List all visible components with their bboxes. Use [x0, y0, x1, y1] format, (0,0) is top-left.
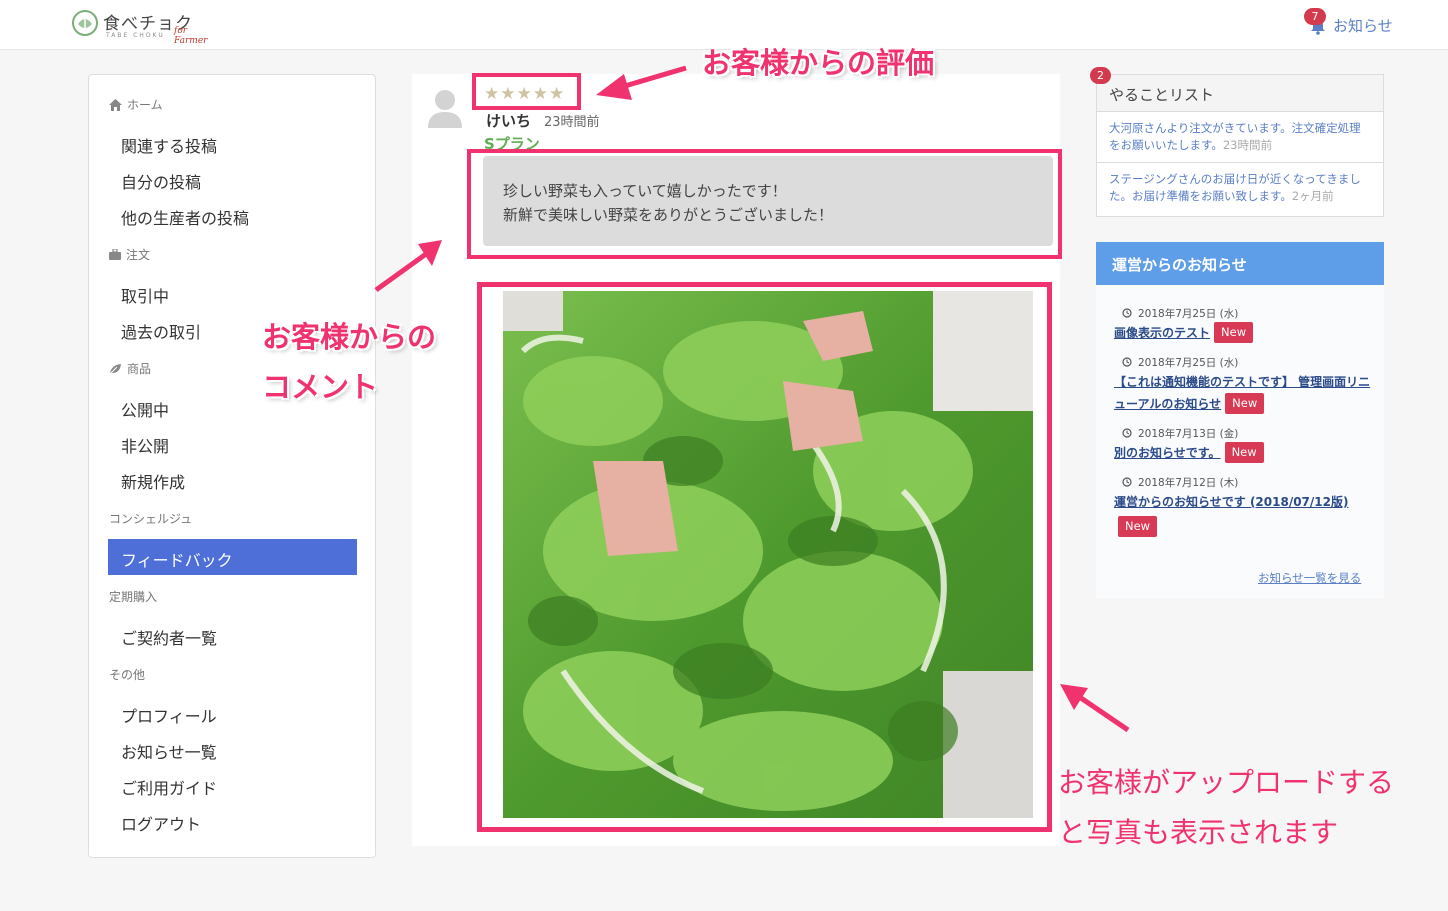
clock-icon	[1122, 357, 1132, 367]
clock-icon	[1122, 308, 1132, 318]
todo-title: やることリスト	[1097, 75, 1383, 112]
news-item: 2018年7月25日 (水) 画像表示のテスト New	[1114, 304, 1374, 344]
sidebar-item-related-posts[interactable]: 関連する投稿	[121, 133, 217, 157]
news-date-row: 2018年7月12日 (木)	[1114, 473, 1374, 491]
sidebar-section-label: 商品	[127, 362, 152, 376]
news-date: 2018年7月13日 (金)	[1138, 427, 1239, 440]
news-item: 2018年7月12日 (木) 運営からのお知らせです (2018/07/12版)…	[1114, 473, 1374, 537]
logo-for-farmer: for Farmer	[174, 26, 208, 46]
sidebar-item-logout[interactable]: ログアウト	[121, 811, 201, 835]
annotation-comment: お客様からの コメント	[262, 312, 436, 412]
customer-name[interactable]: けいち	[486, 110, 531, 131]
sidebar-item-published[interactable]: 公開中	[121, 397, 169, 421]
news-date-row: 2018年7月13日 (金)	[1114, 424, 1374, 442]
news-panel: 運営からのお知らせ 2018年7月25日 (水) 画像表示のテスト New 201…	[1096, 242, 1384, 598]
sidebar-section-label: ホーム	[127, 98, 163, 112]
news-title-row: 画像表示のテスト New	[1114, 322, 1374, 344]
comment-line: 珍しい野菜も入っていて嬉しかったです！	[503, 182, 787, 200]
news-item: 2018年7月13日 (金) 別のお知らせです。 New	[1114, 424, 1374, 464]
annotation-photo: お客様がアップロードする と写真も表示されます	[1058, 758, 1394, 858]
news-link[interactable]: 画像表示のテスト	[1114, 326, 1210, 340]
news-link[interactable]: 運営からのお知らせです (2018/07/12版)	[1114, 495, 1348, 509]
sidebar-item-unpublished[interactable]: 非公開	[121, 433, 169, 457]
news-date: 2018年7月12日 (木)	[1138, 476, 1239, 489]
news-date: 2018年7月25日 (水)	[1138, 307, 1239, 320]
annotation-line: お客様からの	[262, 320, 437, 354]
news-date-row: 2018年7月25日 (水)	[1114, 304, 1374, 322]
tabechoku-logo[interactable]: 食べチョク TABE CHOKU for Farmer	[70, 6, 220, 46]
todo-item[interactable]: 大河原さんより注文がきています。注文確定処理をお願いいたします。23時間前	[1097, 112, 1383, 163]
new-badge: New	[1118, 516, 1158, 537]
sidebar-item-notices[interactable]: お知らせ一覧	[121, 739, 217, 763]
sidebar-section-products: 商品	[109, 360, 151, 377]
clock-icon	[1122, 428, 1132, 438]
sidebar-item-in-progress[interactable]: 取引中	[121, 283, 169, 307]
customer-uploaded-photo[interactable]	[503, 291, 1033, 818]
sidebar-section-other: その他	[109, 668, 146, 682]
news-title-row: 【これは通知機能のテストです】 管理画面リニューアルのお知らせ New	[1114, 371, 1374, 415]
home-icon	[109, 98, 122, 111]
new-badge: New	[1225, 393, 1265, 414]
annotation-line: コメント	[262, 370, 379, 404]
sidebar-item-other-producers-posts[interactable]: 他の生産者の投稿	[121, 205, 249, 229]
sidebar: ホーム 関連する投稿 自分の投稿 他の生産者の投稿 注文 取引中 過去の取引 商…	[88, 74, 376, 858]
todo-ago: 2ヶ月前	[1291, 189, 1334, 203]
sidebar-item-my-posts[interactable]: 自分の投稿	[121, 169, 201, 193]
view-all-news-link[interactable]: お知らせ一覧を見る	[1258, 570, 1361, 586]
annotation-rating: お客様からの評価	[702, 46, 935, 80]
news-date: 2018年7月25日 (水)	[1138, 356, 1239, 369]
news-title-row: 運営からのお知らせです (2018/07/12版) New	[1114, 491, 1374, 537]
logo-subtext: TABE CHOKU	[106, 32, 165, 39]
rating-stars: ★★★★★	[484, 84, 566, 104]
news-link[interactable]: 別のお知らせです。	[1114, 446, 1221, 460]
sidebar-item-create-new[interactable]: 新規作成	[121, 469, 185, 493]
todo-ago: 23時間前	[1222, 138, 1272, 152]
logo-mark-icon	[72, 10, 98, 36]
sidebar-section-label: 注文	[126, 248, 151, 262]
new-badge: New	[1224, 442, 1264, 463]
briefcase-icon	[109, 249, 121, 260]
notice-count-badge: 7	[1304, 8, 1326, 25]
notice-label: お知らせ	[1333, 17, 1393, 35]
customer-comment: 珍しい野菜も入っていて嬉しかったです！ 新鮮で美味しい野菜をありがとうございまし…	[483, 156, 1053, 246]
sidebar-item-subscribers[interactable]: ご契約者一覧	[121, 625, 217, 649]
new-badge: New	[1214, 322, 1254, 343]
sidebar-item-profile[interactable]: プロフィール	[121, 703, 217, 727]
sidebar-item-past-deals[interactable]: 過去の取引	[121, 319, 201, 343]
sidebar-section-home: ホーム	[109, 96, 163, 113]
clock-icon	[1122, 477, 1132, 487]
arrow-to-photo	[1060, 684, 1130, 733]
sidebar-item-guide[interactable]: ご利用ガイド	[121, 775, 217, 799]
sidebar-section-subscription: 定期購入	[109, 590, 158, 604]
sidebar-section-order: 注文	[109, 246, 150, 263]
todo-panel: やることリスト 大河原さんより注文がきています。注文確定処理をお願いいたします。…	[1096, 74, 1384, 217]
user-avatar-icon	[428, 90, 462, 128]
sidebar-section-concierge: コンシェルジュ	[109, 512, 193, 526]
sidebar-item-feedback[interactable]: フィードバック	[108, 539, 357, 575]
post-time: 23時間前	[544, 115, 600, 130]
news-date-row: 2018年7月25日 (水)	[1114, 353, 1374, 371]
annotation-line: お客様がアップロードする	[1058, 766, 1395, 799]
todo-count-badge: 2	[1090, 67, 1111, 84]
news-list: 2018年7月25日 (水) 画像表示のテスト New 2018年7月25日 (水…	[1114, 304, 1374, 546]
annotation-line: と写真も表示されます	[1058, 816, 1339, 849]
news-title-row: 別のお知らせです。 New	[1114, 442, 1374, 464]
todo-item[interactable]: ステージングさんのお届け日が近くなってきました。お届け準備をお願い致します。2ヶ…	[1097, 163, 1383, 213]
comment-line: 新鮮で美味しい野菜をありがとうございました！	[503, 206, 834, 224]
leaf-icon	[109, 363, 121, 374]
news-title: 運営からのお知らせ	[1096, 242, 1384, 285]
news-item: 2018年7月25日 (水) 【これは通知機能のテストです】 管理画面リニューア…	[1114, 353, 1374, 415]
